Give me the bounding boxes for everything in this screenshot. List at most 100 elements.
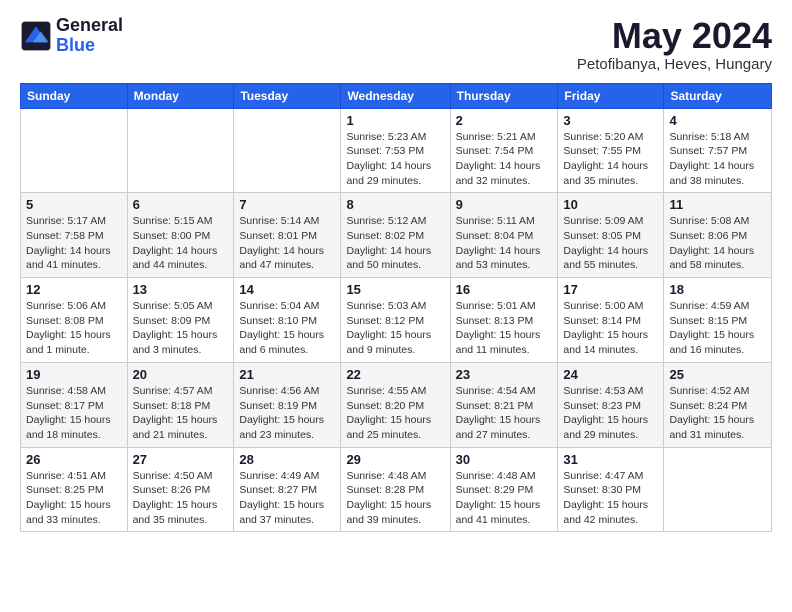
day-info: Sunrise: 4:47 AM Sunset: 8:30 PM Dayligh… xyxy=(563,469,658,528)
day-number: 22 xyxy=(346,367,444,382)
day-number: 10 xyxy=(563,197,658,212)
day-info: Sunrise: 5:00 AM Sunset: 8:14 PM Dayligh… xyxy=(563,299,658,358)
day-info: Sunrise: 5:05 AM Sunset: 8:09 PM Dayligh… xyxy=(133,299,229,358)
day-info: Sunrise: 5:04 AM Sunset: 8:10 PM Dayligh… xyxy=(239,299,335,358)
header-row: SundayMondayTuesdayWednesdayThursdayFrid… xyxy=(21,83,772,108)
day-cell: 9 Sunrise: 5:11 AM Sunset: 8:04 PM Daylig… xyxy=(450,193,558,278)
day-info: Sunrise: 5:01 AM Sunset: 8:13 PM Dayligh… xyxy=(456,299,553,358)
day-info: Sunrise: 4:57 AM Sunset: 8:18 PM Dayligh… xyxy=(133,384,229,443)
day-cell: 15Sunrise: 5:03 AM Sunset: 8:12 PM Dayli… xyxy=(341,278,450,363)
day-cell: 10 Sunrise: 5:09 AM Sunset: 8:05 PM Dayli… xyxy=(558,193,664,278)
logo-icon xyxy=(20,20,52,52)
header-cell-friday: Friday xyxy=(558,83,664,108)
day-cell: 16 Sunrise: 5:01 AM Sunset: 8:13 PM Dayli… xyxy=(450,278,558,363)
week-row-1: 1Sunrise: 5:23 AM Sunset: 7:53 PM Daylig… xyxy=(21,108,772,193)
logo-general-text: General xyxy=(56,16,123,36)
day-cell xyxy=(127,108,234,193)
day-number: 27 xyxy=(133,452,229,467)
day-info: Sunrise: 5:09 AM Sunset: 8:05 PM Dayligh… xyxy=(563,214,658,273)
day-info: Sunrise: 4:53 AM Sunset: 8:23 PM Dayligh… xyxy=(563,384,658,443)
day-cell: 29 Sunrise: 4:48 AM Sunset: 8:28 PM Dayli… xyxy=(341,447,450,532)
day-cell: 24 Sunrise: 4:53 AM Sunset: 8:23 PM Dayli… xyxy=(558,362,664,447)
day-info: Sunrise: 5:18 AM Sunset: 7:57 PM Dayligh… xyxy=(669,130,766,189)
month-title: May 2024 xyxy=(577,16,772,56)
calendar-table: SundayMondayTuesdayWednesdayThursdayFrid… xyxy=(20,83,772,533)
day-number: 1 xyxy=(346,113,444,128)
day-info: Sunrise: 4:50 AM Sunset: 8:26 PM Dayligh… xyxy=(133,469,229,528)
day-number: 6 xyxy=(133,197,229,212)
week-row-5: 26 Sunrise: 4:51 AM Sunset: 8:25 PM Dayli… xyxy=(21,447,772,532)
week-row-4: 19 Sunrise: 4:58 AM Sunset: 8:17 PM Dayli… xyxy=(21,362,772,447)
day-cell: 25 Sunrise: 4:52 AM Sunset: 8:24 PM Dayli… xyxy=(664,362,772,447)
day-cell: 11Sunrise: 5:08 AM Sunset: 8:06 PM Dayli… xyxy=(664,193,772,278)
day-cell: 30 Sunrise: 4:48 AM Sunset: 8:29 PM Dayli… xyxy=(450,447,558,532)
day-cell xyxy=(234,108,341,193)
day-number: 12 xyxy=(26,282,122,297)
day-number: 17 xyxy=(563,282,658,297)
header: General Blue May 2024 Petofibanya, Heves… xyxy=(20,16,772,73)
day-number: 24 xyxy=(563,367,658,382)
week-row-3: 12 Sunrise: 5:06 AM Sunset: 8:08 PM Dayli… xyxy=(21,278,772,363)
day-cell: 23Sunrise: 4:54 AM Sunset: 8:21 PM Dayli… xyxy=(450,362,558,447)
day-info: Sunrise: 4:58 AM Sunset: 8:17 PM Dayligh… xyxy=(26,384,122,443)
day-number: 26 xyxy=(26,452,122,467)
day-info: Sunrise: 4:59 AM Sunset: 8:15 PM Dayligh… xyxy=(669,299,766,358)
header-cell-tuesday: Tuesday xyxy=(234,83,341,108)
day-number: 7 xyxy=(239,197,335,212)
day-cell: 7 Sunrise: 5:14 AM Sunset: 8:01 PM Daylig… xyxy=(234,193,341,278)
day-info: Sunrise: 5:11 AM Sunset: 8:04 PM Dayligh… xyxy=(456,214,553,273)
day-cell: 17 Sunrise: 5:00 AM Sunset: 8:14 PM Dayli… xyxy=(558,278,664,363)
day-cell: 18 Sunrise: 4:59 AM Sunset: 8:15 PM Dayli… xyxy=(664,278,772,363)
day-number: 13 xyxy=(133,282,229,297)
day-number: 23 xyxy=(456,367,553,382)
day-info: Sunrise: 4:56 AM Sunset: 8:19 PM Dayligh… xyxy=(239,384,335,443)
header-cell-sunday: Sunday xyxy=(21,83,128,108)
day-cell: 22Sunrise: 4:55 AM Sunset: 8:20 PM Dayli… xyxy=(341,362,450,447)
day-number: 2 xyxy=(456,113,553,128)
day-number: 19 xyxy=(26,367,122,382)
day-number: 30 xyxy=(456,452,553,467)
day-number: 16 xyxy=(456,282,553,297)
day-info: Sunrise: 5:14 AM Sunset: 8:01 PM Dayligh… xyxy=(239,214,335,273)
day-number: 5 xyxy=(26,197,122,212)
day-cell: 27 Sunrise: 4:50 AM Sunset: 8:26 PM Dayli… xyxy=(127,447,234,532)
day-number: 25 xyxy=(669,367,766,382)
day-cell: 20Sunrise: 4:57 AM Sunset: 8:18 PM Dayli… xyxy=(127,362,234,447)
day-info: Sunrise: 4:48 AM Sunset: 8:28 PM Dayligh… xyxy=(346,469,444,528)
logo: General Blue xyxy=(20,16,123,56)
header-cell-saturday: Saturday xyxy=(664,83,772,108)
header-cell-monday: Monday xyxy=(127,83,234,108)
day-cell: 26 Sunrise: 4:51 AM Sunset: 8:25 PM Dayli… xyxy=(21,447,128,532)
day-cell: 3Sunrise: 5:20 AM Sunset: 7:55 PM Daylig… xyxy=(558,108,664,193)
day-cell: 4 Sunrise: 5:18 AM Sunset: 7:57 PM Daylig… xyxy=(664,108,772,193)
day-info: Sunrise: 4:48 AM Sunset: 8:29 PM Dayligh… xyxy=(456,469,553,528)
day-number: 28 xyxy=(239,452,335,467)
day-cell: 5 Sunrise: 5:17 AM Sunset: 7:58 PM Daylig… xyxy=(21,193,128,278)
day-info: Sunrise: 4:51 AM Sunset: 8:25 PM Dayligh… xyxy=(26,469,122,528)
day-info: Sunrise: 4:52 AM Sunset: 8:24 PM Dayligh… xyxy=(669,384,766,443)
day-number: 15 xyxy=(346,282,444,297)
day-cell: 1Sunrise: 5:23 AM Sunset: 7:53 PM Daylig… xyxy=(341,108,450,193)
day-cell: 31 Sunrise: 4:47 AM Sunset: 8:30 PM Dayli… xyxy=(558,447,664,532)
day-info: Sunrise: 5:06 AM Sunset: 8:08 PM Dayligh… xyxy=(26,299,122,358)
day-info: Sunrise: 5:17 AM Sunset: 7:58 PM Dayligh… xyxy=(26,214,122,273)
day-info: Sunrise: 4:49 AM Sunset: 8:27 PM Dayligh… xyxy=(239,469,335,528)
week-row-2: 5 Sunrise: 5:17 AM Sunset: 7:58 PM Daylig… xyxy=(21,193,772,278)
day-cell: 14 Sunrise: 5:04 AM Sunset: 8:10 PM Dayli… xyxy=(234,278,341,363)
day-cell xyxy=(664,447,772,532)
day-info: Sunrise: 5:12 AM Sunset: 8:02 PM Dayligh… xyxy=(346,214,444,273)
day-cell: 6Sunrise: 5:15 AM Sunset: 8:00 PM Daylig… xyxy=(127,193,234,278)
day-number: 4 xyxy=(669,113,766,128)
header-cell-thursday: Thursday xyxy=(450,83,558,108)
day-info: Sunrise: 5:20 AM Sunset: 7:55 PM Dayligh… xyxy=(563,130,658,189)
day-number: 14 xyxy=(239,282,335,297)
day-number: 9 xyxy=(456,197,553,212)
day-info: Sunrise: 5:08 AM Sunset: 8:06 PM Dayligh… xyxy=(669,214,766,273)
location-subtitle: Petofibanya, Heves, Hungary xyxy=(577,56,772,73)
day-number: 31 xyxy=(563,452,658,467)
day-number: 29 xyxy=(346,452,444,467)
day-cell: 8Sunrise: 5:12 AM Sunset: 8:02 PM Daylig… xyxy=(341,193,450,278)
day-number: 18 xyxy=(669,282,766,297)
title-area: May 2024 Petofibanya, Heves, Hungary xyxy=(577,16,772,73)
day-number: 21 xyxy=(239,367,335,382)
